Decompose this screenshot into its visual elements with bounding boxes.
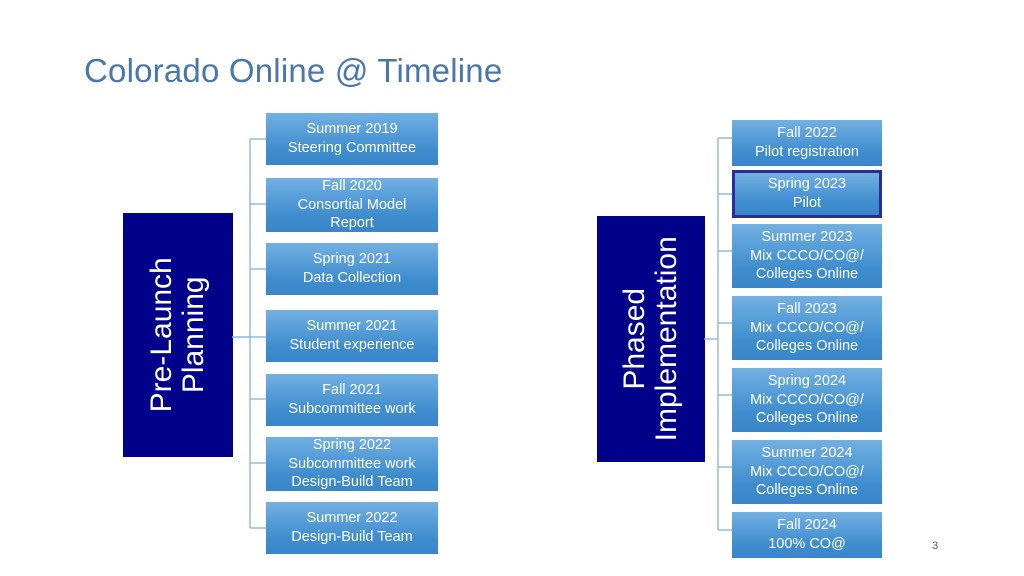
milestone-box[interactable]: Fall 2020 Consortial Model Report xyxy=(266,178,438,232)
milestone-line: Mix CCCO/CO@/ xyxy=(750,391,864,408)
milestone-line: Colleges Online xyxy=(755,266,859,283)
milestone-line: Fall 2020 xyxy=(322,178,382,195)
milestone-line: Consortial Model xyxy=(297,196,407,213)
milestone-box[interactable]: Summer 2023 Mix CCCO/CO@/ Colleges Onlin… xyxy=(732,224,882,288)
milestone-line: Spring 2021 xyxy=(312,251,392,268)
milestone-line: Subcommittee work xyxy=(288,455,416,472)
milestone-line: Summer 2023 xyxy=(761,229,853,246)
milestone-box[interactable]: Summer 2019 Steering Committee xyxy=(266,113,438,165)
milestone-line: Spring 2022 xyxy=(312,437,392,454)
stage-label-phased-implementation: Phased Implementation xyxy=(618,236,684,442)
milestone-line: Mix CCCO/CO@/ xyxy=(750,463,864,480)
stage-label-pre-launch-planning: Pre-Launch Planning xyxy=(145,257,211,413)
milestone-line: Student experience xyxy=(289,337,415,353)
milestone-line: Colleges Online xyxy=(755,410,859,427)
milestone-line: Summer 2022 xyxy=(306,510,398,527)
stage-label-line-2: Implementation xyxy=(650,236,684,442)
milestone-line: Colleges Online xyxy=(755,482,859,499)
milestone-line: Report xyxy=(330,215,374,232)
milestone-line: Summer 2021 xyxy=(306,318,398,335)
stage-box-phased-implementation: Phased Implementation xyxy=(597,216,705,462)
page-title: Colorado Online @ Timeline xyxy=(84,52,503,89)
milestone-line: Design-Build Team xyxy=(291,529,413,545)
milestone-line: Fall 2024 xyxy=(777,517,837,534)
milestone-line: Subcommittee work xyxy=(288,401,416,417)
milestone-line: Fall 2022 xyxy=(777,125,837,142)
milestone-line: Fall 2023 xyxy=(777,301,837,318)
milestone-line: Mix CCCO/CO@/ xyxy=(750,247,864,264)
milestone-line: Summer 2024 xyxy=(761,445,853,462)
milestone-box[interactable]: Summer 2024 Mix CCCO/CO@/ Colleges Onlin… xyxy=(732,440,882,504)
milestone-box[interactable]: Spring 2022 Subcommittee work Design-Bui… xyxy=(266,437,438,491)
milestone-line: Spring 2023 xyxy=(767,176,847,193)
milestone-box[interactable]: Fall 2022 Pilot registration xyxy=(732,120,882,166)
milestone-box[interactable]: Fall 2021 Subcommittee work xyxy=(266,374,438,426)
stage-label-line-1: Pre-Launch xyxy=(145,257,179,413)
milestone-line: Pilot xyxy=(792,195,822,211)
milestone-box[interactable]: Summer 2022 Design-Build Team xyxy=(266,502,438,554)
stage-label-line-1: Phased xyxy=(618,288,652,390)
milestone-line: Steering Committee xyxy=(287,140,417,156)
milestone-box[interactable]: Spring 2021 Data Collection xyxy=(266,243,438,295)
milestone-line: Data Collection xyxy=(302,270,402,286)
page-number: 3 xyxy=(932,540,939,552)
milestone-box[interactable]: Spring 2024 Mix CCCO/CO@/ Colleges Onlin… xyxy=(732,368,882,432)
milestone-line: Mix CCCO/CO@/ xyxy=(750,319,864,336)
milestone-box-highlighted[interactable]: Spring 2023 Pilot xyxy=(732,170,882,218)
milestone-line: Spring 2024 xyxy=(767,373,847,390)
milestone-line: Fall 2021 xyxy=(322,382,382,399)
stage-label-line-2: Planning xyxy=(177,276,211,394)
milestone-box[interactable]: Fall 2024 100% CO@ xyxy=(732,512,882,558)
stage-box-pre-launch-planning: Pre-Launch Planning xyxy=(123,213,233,457)
milestone-line: Colleges Online xyxy=(755,338,859,355)
milestone-line: 100% CO@ xyxy=(768,536,846,552)
milestone-line: Pilot registration xyxy=(755,144,859,160)
milestone-line: Summer 2019 xyxy=(306,121,398,138)
milestone-box[interactable]: Fall 2023 Mix CCCO/CO@/ Colleges Online xyxy=(732,296,882,360)
milestone-box[interactable]: Summer 2021 Student experience xyxy=(266,310,438,362)
milestone-line: Design-Build Team xyxy=(291,474,413,491)
